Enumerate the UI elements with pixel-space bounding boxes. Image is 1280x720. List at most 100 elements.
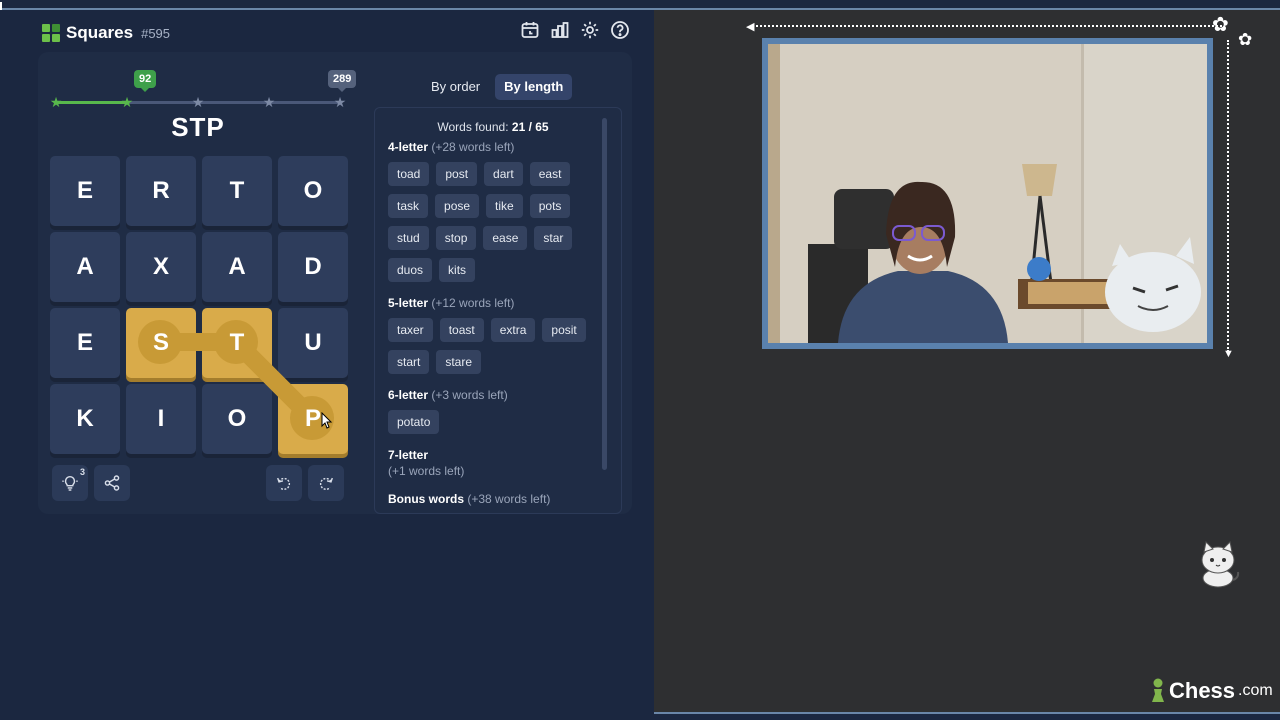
letter-tile[interactable]: D <box>278 232 348 302</box>
bottom-strip <box>654 712 1280 720</box>
rotate-left-button[interactable] <box>266 465 302 501</box>
word-chip[interactable]: start <box>388 350 430 374</box>
word-chip[interactable]: potato <box>388 410 440 434</box>
word-section-title: 5-letter (+12 words left) <box>388 296 598 310</box>
word-chip[interactable]: toad <box>388 162 430 186</box>
tile-letter: S <box>152 329 169 356</box>
stats-icon[interactable] <box>550 20 570 40</box>
tile-letter: E <box>76 329 93 356</box>
letter-tile[interactable]: O <box>202 384 272 454</box>
section-length-label: 4-letter <box>388 140 429 154</box>
letter-tile[interactable]: O <box>278 156 348 226</box>
header-icons <box>520 20 630 40</box>
letter-tile[interactable]: R <box>126 156 196 226</box>
section-length-label: 6-letter <box>388 388 429 402</box>
progress-star-icon: ★ <box>191 94 205 110</box>
squares-app-panel: Squares #595 ★ ★ ★ ★ ★ 92 289 STP P O I K U… <box>0 10 654 720</box>
words-list-panel[interactable]: Words found: 21 / 65 4-letter (+28 words… <box>374 107 622 514</box>
cat-sticker-icon <box>1196 540 1240 588</box>
pawn-icon <box>1152 678 1164 702</box>
calendar-icon[interactable] <box>520 20 540 40</box>
section-length-label: 5-letter <box>388 296 429 310</box>
word-chip[interactable]: pots <box>529 194 571 218</box>
word-chip[interactable]: dart <box>484 162 523 186</box>
word-chip[interactable]: duos <box>388 258 433 282</box>
section-words-left: (+12 words left) <box>431 296 515 310</box>
score-progress: ★ ★ ★ ★ ★ 92 289 <box>50 64 357 109</box>
arrow-left-icon: ◀ <box>746 21 755 33</box>
arrow-down-icon: ▼ <box>1223 348 1234 360</box>
mouse-cursor-icon <box>321 412 333 429</box>
gear-icon[interactable] <box>580 20 600 40</box>
word-chip[interactable]: ease <box>483 226 528 250</box>
word-chip[interactable]: stop <box>435 226 477 250</box>
tab-by-order[interactable]: By order <box>422 74 489 100</box>
tile-letter: O <box>227 405 247 432</box>
word-chip[interactable]: star <box>534 226 573 250</box>
brand-name: Chess <box>1169 678 1236 703</box>
rotate-right-icon <box>319 477 333 490</box>
word-chip[interactable]: task <box>388 194 429 218</box>
word-chip[interactable]: toast <box>439 318 484 342</box>
letter-tile[interactable]: A <box>202 232 272 302</box>
letter-tile[interactable]: K <box>50 384 120 454</box>
max-score-badge: 289 <box>328 70 357 92</box>
word-chip[interactable]: kits <box>439 258 476 282</box>
word-chip[interactable]: post <box>436 162 478 186</box>
letter-tile[interactable]: P <box>278 384 348 454</box>
tile-letter: U <box>304 329 322 356</box>
puzzle-number: #595 <box>141 25 171 41</box>
share-button[interactable] <box>94 465 130 501</box>
tile-letter: E <box>76 177 93 204</box>
decorative-dotted-line <box>756 25 1222 27</box>
decorative-dotted-line <box>1227 40 1229 352</box>
help-icon[interactable] <box>610 20 630 40</box>
word-chip[interactable]: tike <box>486 194 523 218</box>
word-chip[interactable]: extra <box>490 318 536 342</box>
top-strip <box>0 0 1280 10</box>
word-chip[interactable]: east <box>529 162 571 186</box>
rotate-left-icon <box>277 477 291 490</box>
word-chip[interactable]: stud <box>388 226 429 250</box>
share-icon <box>104 475 120 491</box>
words-found: Words found: 21 / 65 <box>388 120 598 134</box>
words-found-label: Words found: <box>437 120 509 134</box>
letter-tile[interactable]: I <box>126 384 196 454</box>
section-words-left: (+28 words left) <box>431 140 515 154</box>
letter-tile[interactable]: X <box>126 232 196 302</box>
progress-star-icon: ★ <box>333 94 347 110</box>
word-chip[interactable]: posit <box>542 318 586 342</box>
chess-com-logo: Chess .com <box>1150 678 1273 704</box>
letter-tile[interactable]: E <box>50 308 120 378</box>
flower-icon: ✿ <box>1212 14 1229 36</box>
letter-tile[interactable]: S <box>126 308 196 378</box>
section-words-left: (+1 words left) <box>388 464 465 478</box>
tile-letter: T <box>229 177 245 204</box>
brand-suffix: .com <box>1238 682 1273 699</box>
letter-tile[interactable]: T <box>202 308 272 378</box>
letter-tile[interactable]: E <box>50 156 120 226</box>
word-section-title: Bonus words (+38 words left) <box>388 492 598 506</box>
tile-letter: R <box>152 177 170 204</box>
word-chip[interactable]: stare <box>436 350 482 374</box>
word-chip[interactable]: pose <box>435 194 480 218</box>
tile-letter: I <box>157 405 165 432</box>
tab-by-length[interactable]: By length <box>495 74 573 100</box>
word-chip[interactable]: taxer <box>388 318 433 342</box>
section-words-left: (+3 words left) <box>431 388 508 402</box>
progress-fill <box>56 101 127 104</box>
letter-tile[interactable]: U <box>278 308 348 378</box>
flower-icon: ✿ <box>1238 30 1253 49</box>
tile-letter: P <box>304 405 321 432</box>
tile-letter: T <box>229 329 245 356</box>
current-word: STP <box>171 112 225 142</box>
section-words-left: (+38 words left) <box>467 492 551 506</box>
app-title: Squares <box>66 23 134 42</box>
words-scrollbar[interactable] <box>602 118 607 470</box>
sort-tabs: By order By length <box>422 74 573 100</box>
section-length-label: Bonus words <box>388 492 465 506</box>
letter-tile[interactable]: A <box>50 232 120 302</box>
hint-button[interactable]: 3 <box>52 465 88 501</box>
rotate-right-button[interactable] <box>308 465 344 501</box>
letter-tile[interactable]: T <box>202 156 272 226</box>
